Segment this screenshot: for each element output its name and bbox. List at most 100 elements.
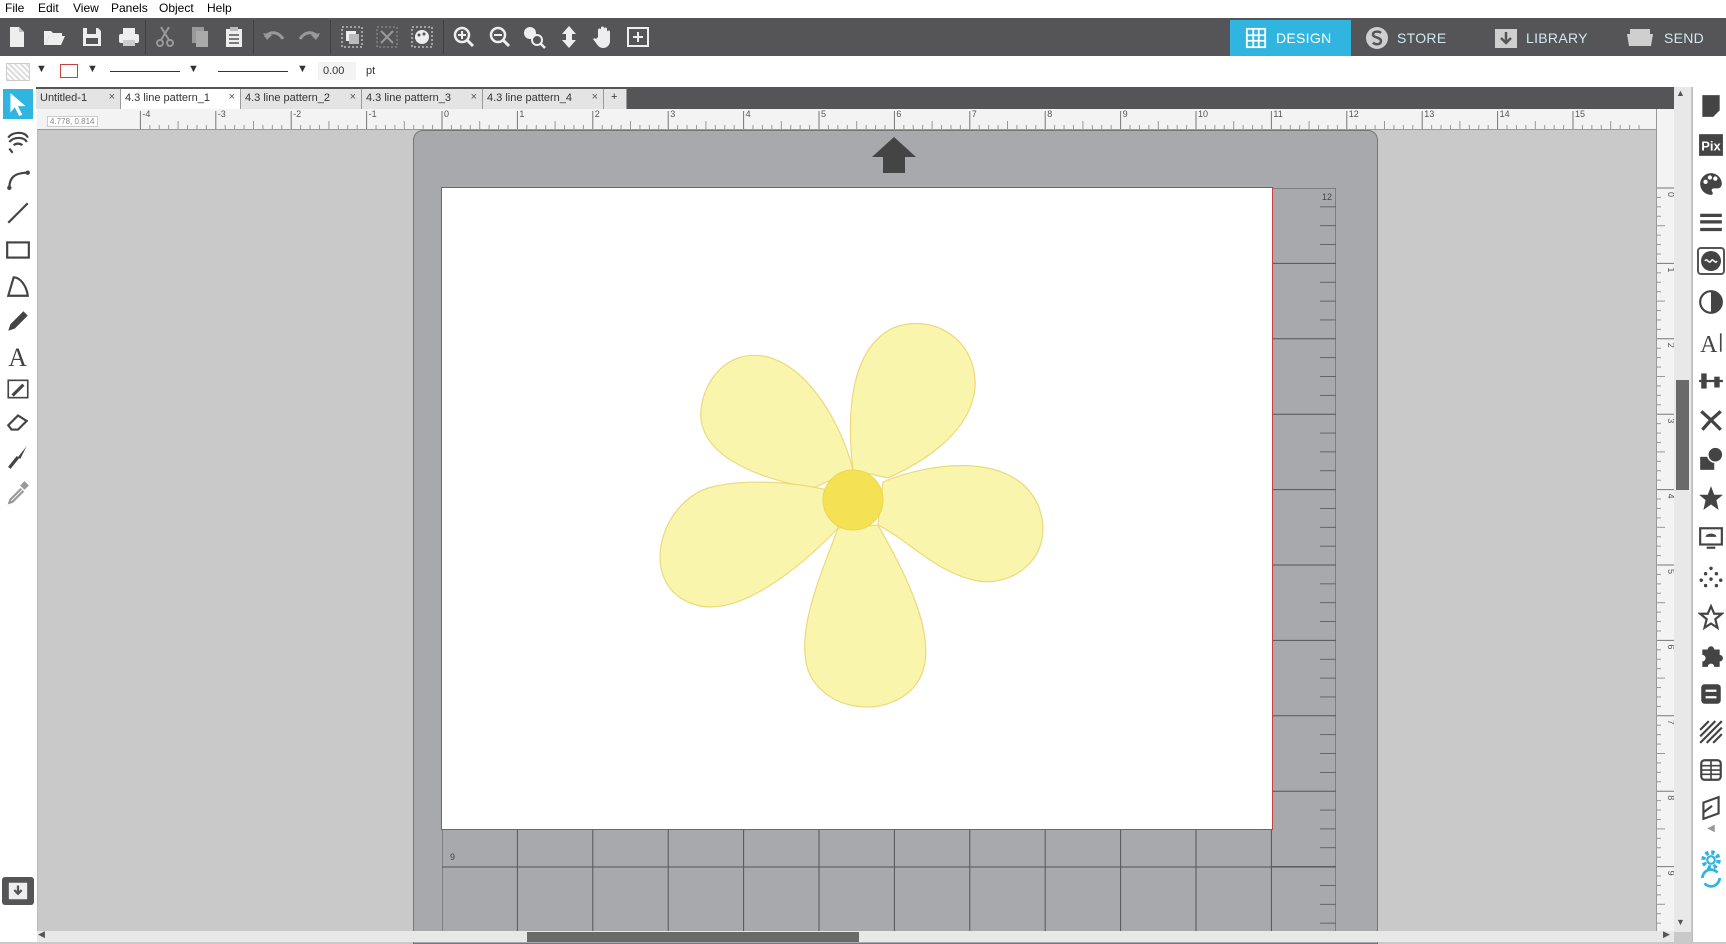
design-page[interactable] xyxy=(441,187,1273,830)
line-color-swatch[interactable] xyxy=(60,64,78,78)
tab-send[interactable]: SEND xyxy=(1610,20,1726,56)
line-tool[interactable] xyxy=(3,198,33,228)
zoom-out-button[interactable] xyxy=(486,24,514,50)
vertical-scroll-thumb[interactable] xyxy=(1676,380,1689,490)
group-button[interactable] xyxy=(338,24,366,50)
line-style-preview[interactable] xyxy=(110,71,180,72)
rhinestone-button[interactable] xyxy=(1697,602,1725,632)
move-page-button[interactable] xyxy=(555,24,583,50)
menu-help[interactable]: Help xyxy=(207,1,232,15)
sketch-panel-button[interactable] xyxy=(1697,247,1725,275)
point-edit-tool[interactable] xyxy=(3,162,33,192)
petal-left[interactable] xyxy=(659,481,839,608)
redo-button[interactable] xyxy=(295,24,323,50)
pencil-tool[interactable] xyxy=(3,306,33,336)
petal-top-right[interactable] xyxy=(849,323,976,479)
star-outline-icon xyxy=(1698,604,1724,630)
close-icon[interactable]: × xyxy=(471,91,477,103)
offset-button[interactable] xyxy=(1697,483,1725,513)
new-button[interactable] xyxy=(3,24,31,50)
close-icon[interactable]: × xyxy=(109,91,115,103)
fill-panel-button[interactable] xyxy=(1697,169,1725,199)
modify-button[interactable] xyxy=(1697,444,1725,474)
petal-right[interactable] xyxy=(877,465,1044,583)
transparency-button[interactable] xyxy=(1697,287,1725,317)
menu-panels[interactable]: Panels xyxy=(111,1,148,15)
zoom-selected-button[interactable] xyxy=(520,24,548,50)
text-style-button[interactable]: A xyxy=(1697,327,1725,357)
petal-top-left[interactable] xyxy=(700,354,854,489)
scroll-left-arrow-icon[interactable]: ◀ xyxy=(38,929,45,940)
weld-button[interactable] xyxy=(1697,679,1725,709)
sketch-tool[interactable] xyxy=(3,374,33,404)
menu-edit[interactable]: Edit xyxy=(38,1,59,15)
library-panel-button[interactable] xyxy=(1697,755,1725,785)
flower-design[interactable] xyxy=(442,188,1272,829)
open-button[interactable] xyxy=(40,24,68,50)
horizontal-scroll-thumb[interactable] xyxy=(527,932,859,942)
fill-dropdown-arrow-icon[interactable]: ▼ xyxy=(36,63,47,75)
line-style-dropdown-arrow-icon[interactable]: ▼ xyxy=(188,63,199,75)
tab-library[interactable]: LIBRARY xyxy=(1480,20,1600,56)
text-tool[interactable]: A xyxy=(3,340,33,370)
scroll-up-arrow-icon[interactable]: ▲ xyxy=(1676,88,1685,98)
vertical-scrollbar[interactable] xyxy=(1674,87,1691,932)
trace-tool[interactable] xyxy=(3,127,33,157)
puzzle-button[interactable] xyxy=(1697,641,1725,671)
line-weight-dropdown-arrow-icon[interactable]: ▼ xyxy=(297,63,308,75)
sketch-fill-button[interactable] xyxy=(1697,717,1725,747)
scroll-down-arrow-icon[interactable]: ▼ xyxy=(1676,917,1685,927)
add-tab-button[interactable]: + xyxy=(604,89,627,109)
pan-button[interactable] xyxy=(590,24,618,50)
eraser-tool[interactable] xyxy=(3,407,33,437)
pix-icon: Pix xyxy=(1699,134,1723,156)
doc-tab-line-pattern-2[interactable]: 4.3 line pattern_2 × xyxy=(241,89,362,109)
trace-panel-button[interactable] xyxy=(1697,523,1725,553)
doc-tab-untitled-1[interactable]: Untitled-1 × xyxy=(36,89,121,109)
menu-object[interactable]: Object xyxy=(159,1,194,15)
menu-file[interactable]: File xyxy=(5,1,24,15)
close-icon[interactable]: × xyxy=(350,91,356,103)
library-panel-toggle[interactable] xyxy=(2,877,34,905)
undo-button[interactable] xyxy=(260,24,288,50)
replicate-button[interactable] xyxy=(1697,405,1725,435)
petal-bottom[interactable] xyxy=(804,524,927,708)
line-weight-preview[interactable] xyxy=(218,71,288,72)
page-setup-button[interactable] xyxy=(1697,91,1725,121)
close-icon[interactable]: × xyxy=(229,91,235,103)
cut-button[interactable] xyxy=(151,24,179,50)
doc-tab-line-pattern-1[interactable]: 4.3 line pattern_1 × xyxy=(121,89,241,109)
select-tool[interactable] xyxy=(3,89,33,119)
panel-collapse-arrow-icon[interactable]: ◀ xyxy=(1697,820,1725,836)
scroll-right-arrow-icon[interactable]: ▶ xyxy=(1663,929,1670,940)
close-icon[interactable]: × xyxy=(592,91,598,103)
polygon-tool[interactable] xyxy=(3,271,33,301)
zoom-in-button[interactable] xyxy=(450,24,478,50)
print-button[interactable] xyxy=(115,24,143,50)
fill-pattern-button[interactable] xyxy=(408,24,436,50)
ungroup-button[interactable] xyxy=(373,24,401,50)
flower-center[interactable] xyxy=(822,469,884,531)
knife-tool[interactable] xyxy=(3,442,33,472)
line-style-button[interactable] xyxy=(1697,208,1725,238)
pixscan-button[interactable]: Pix xyxy=(1697,130,1725,160)
line-width-input[interactable]: 0.00 xyxy=(318,62,356,80)
print-cut-button[interactable] xyxy=(1697,793,1725,823)
fit-to-window-button[interactable] xyxy=(624,24,652,50)
save-button[interactable] xyxy=(78,24,106,50)
line-color-dropdown-arrow-icon[interactable]: ▼ xyxy=(87,63,98,75)
eyedropper-tool[interactable] xyxy=(3,477,33,507)
copy-button[interactable] xyxy=(186,24,214,50)
paste-button[interactable] xyxy=(220,24,248,50)
tab-design[interactable]: DESIGN xyxy=(1230,20,1351,56)
fill-swatch[interactable] xyxy=(6,63,30,81)
rectangle-tool[interactable] xyxy=(3,235,33,265)
tab-store[interactable]: STORE xyxy=(1351,20,1472,56)
align-button[interactable] xyxy=(1697,366,1725,396)
doc-tab-line-pattern-4[interactable]: 4.3 line pattern_4 × xyxy=(483,89,604,109)
sync-button[interactable] xyxy=(1697,867,1725,889)
pixscan-dots-button[interactable] xyxy=(1697,562,1725,592)
ruler-label: 13 xyxy=(1424,109,1434,119)
doc-tab-line-pattern-3[interactable]: 4.3 line pattern_3 × xyxy=(362,89,483,109)
menu-view[interactable]: View xyxy=(73,1,99,15)
